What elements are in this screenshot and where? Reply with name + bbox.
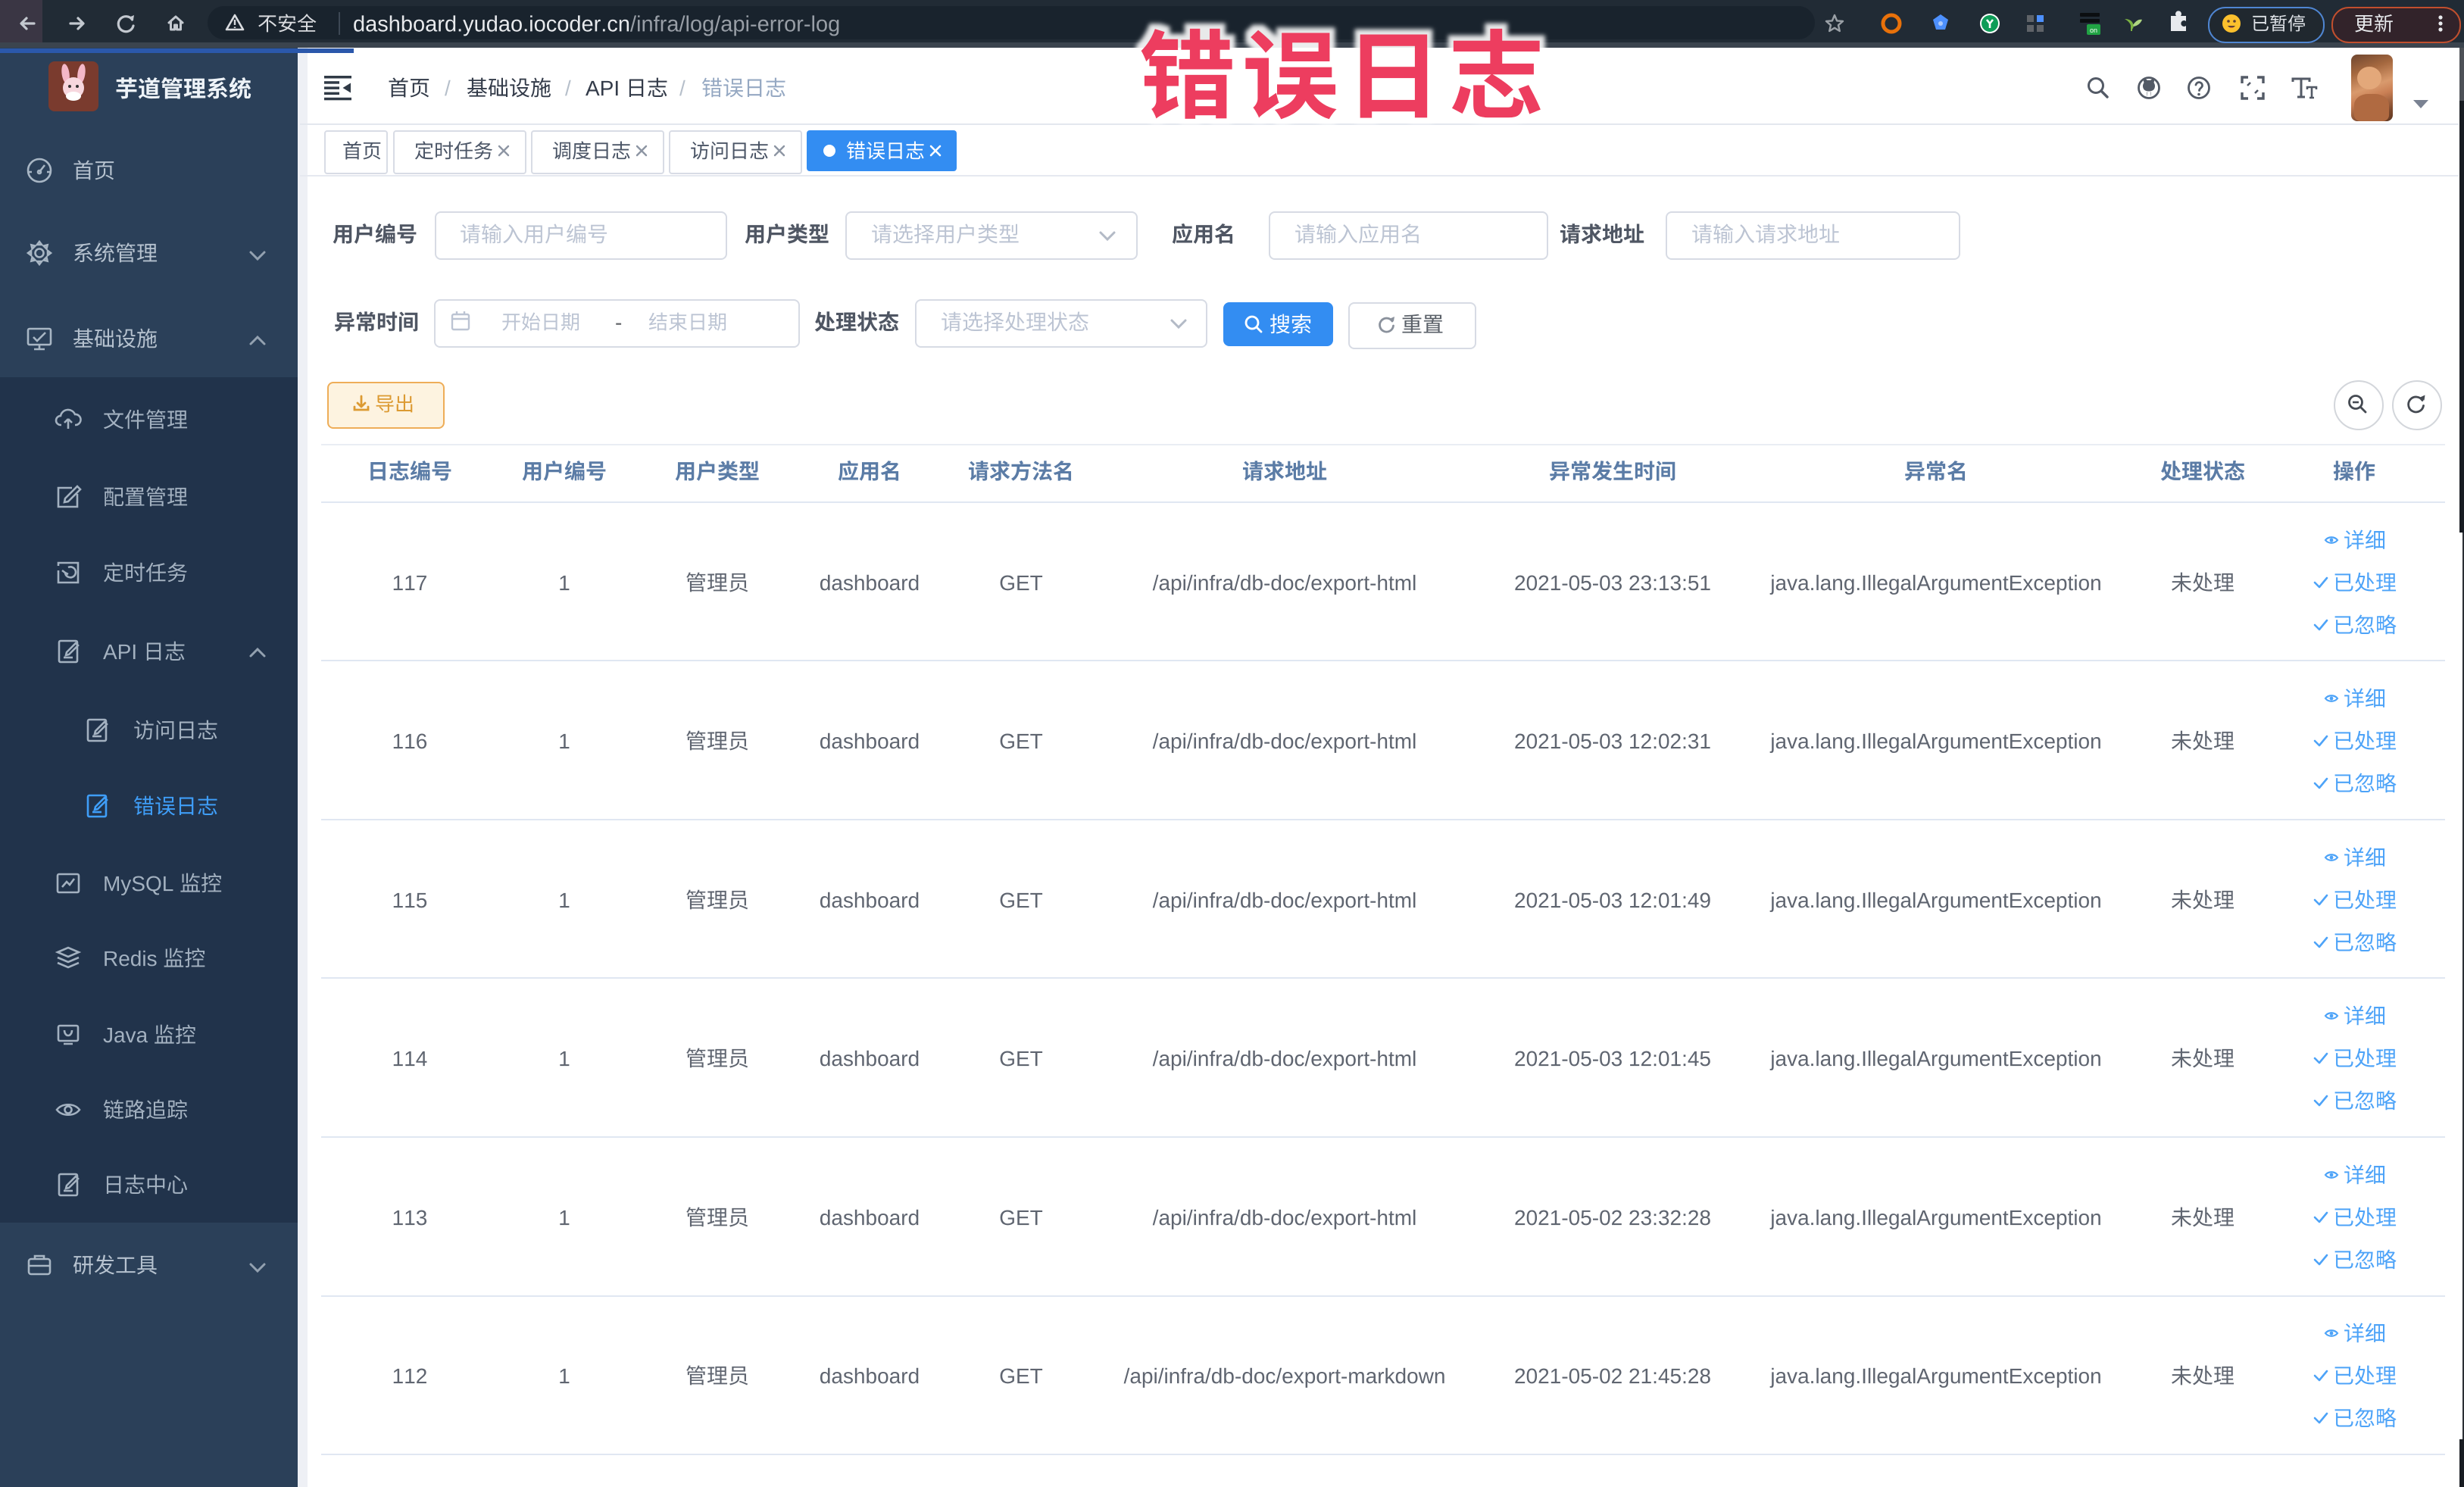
svg-text:on: on	[2090, 27, 2097, 34]
